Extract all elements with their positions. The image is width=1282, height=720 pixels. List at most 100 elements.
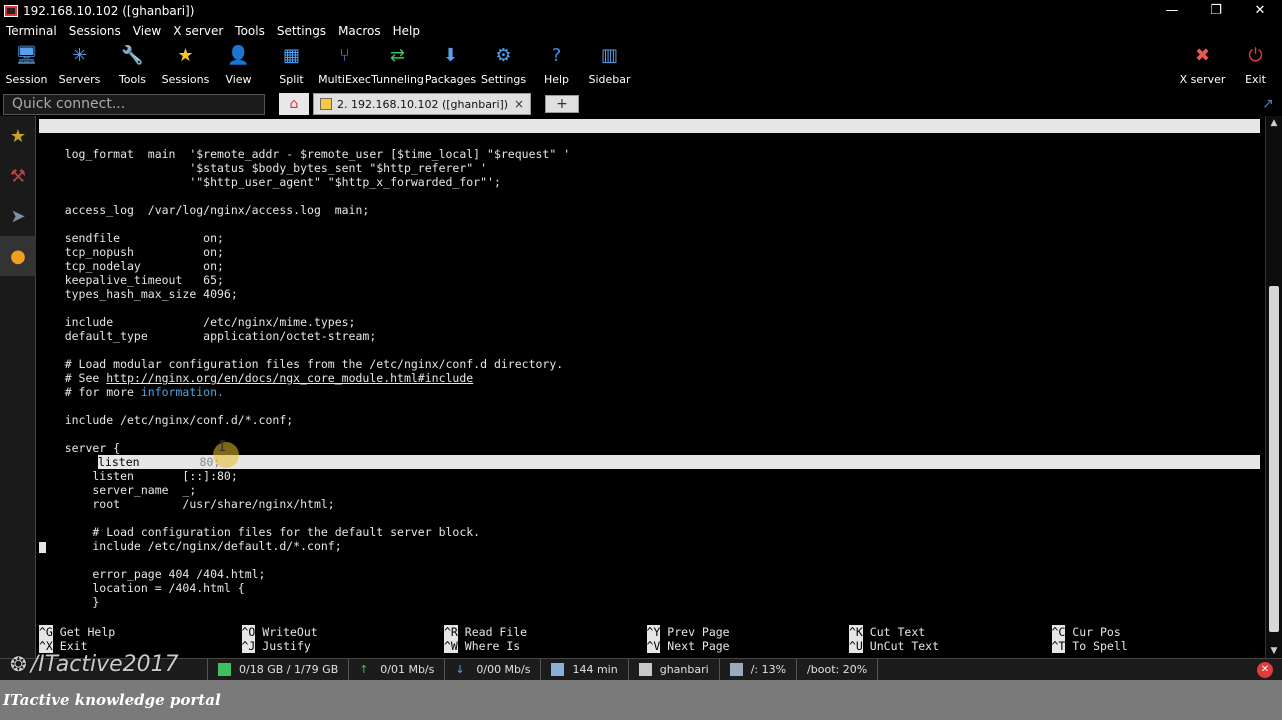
footer-caption: ITactive knowledge portal <box>0 680 1282 720</box>
sidebar-button[interactable]: ▥ Sidebar <box>583 40 636 91</box>
shortcut-key: ^V <box>646 639 661 653</box>
status-bar: 0/18 GB / 1/79 GB ↑ 0/01 Mb/s ↓ 0/00 Mb/s … <box>0 658 1282 681</box>
menu-help[interactable]: Help <box>393 24 420 38</box>
shortcut-key: ^X <box>39 639 53 653</box>
sidebar-send-button[interactable]: ➤ <box>0 196 36 236</box>
scroll-down-icon[interactable]: ▼ <box>1269 646 1279 656</box>
packages-button[interactable]: ⬇ Packages <box>424 40 477 91</box>
code-line: error_page 404 /404.html; <box>37 567 266 581</box>
status-root-disk: /: 13% <box>720 658 798 681</box>
session-tab[interactable]: 2. 192.168.10.102 ([ghanbari]) × <box>313 93 531 115</box>
sidebar-star-button[interactable]: ★ <box>0 116 36 156</box>
sidebar-tools-button[interactable]: ⚒ <box>0 156 36 196</box>
tab-bar: Quick connect... ⌂ 2. 192.168.10.102 ([g… <box>0 92 1282 116</box>
watermark: ❂/ITactive2017 <box>10 652 179 677</box>
film-reel-icon: ❂ <box>10 652 27 676</box>
menu-x-server[interactable]: X server <box>173 24 223 38</box>
tools-icon: ⚒ <box>9 165 27 187</box>
sidebar-macro-button[interactable]: ● <box>0 236 36 276</box>
status-upload: ↑ 0/01 Mb/s <box>349 658 446 681</box>
menu-settings[interactable]: Settings <box>277 24 326 38</box>
shortcut-key: ^W <box>444 639 458 653</box>
docs-link[interactable]: http://nginx.org/en/docs/ngx_core_module… <box>106 371 473 385</box>
new-tab-button[interactable]: + <box>545 95 579 113</box>
menu-tools[interactable]: Tools <box>235 24 265 38</box>
help-button[interactable]: ? Help <box>530 40 583 91</box>
code-line: root /usr/share/nginx/html; <box>37 497 335 511</box>
shortcut-label: Where Is <box>464 639 521 653</box>
shortcut-get-help[interactable]: ^G Get Help <box>39 625 115 639</box>
shortcut-prev-page[interactable]: ^Y Prev Page <box>646 625 730 639</box>
home-tab[interactable]: ⌂ <box>279 93 309 115</box>
settings-button[interactable]: ⚙ Settings <box>477 40 530 91</box>
shortcut-justify[interactable]: ^J Justify <box>241 639 311 653</box>
nano-version: GNU nano 2.3.1 <box>53 133 150 147</box>
shortcut-exit[interactable]: ^X Exit <box>39 639 88 653</box>
status-uptime: 144 min <box>541 658 629 681</box>
disk-icon <box>729 663 743 676</box>
footer-text: ITactive knowledge portal <box>3 691 221 709</box>
minimize-button[interactable]: — <box>1150 0 1194 21</box>
shortcut-where-is[interactable]: ^W Where Is <box>444 639 520 653</box>
menu-view[interactable]: View <box>133 24 161 38</box>
split-button[interactable]: ▦ Split <box>265 40 318 91</box>
close-tab-icon[interactable]: × <box>514 97 524 111</box>
shortcut-to-spell[interactable]: ^T To Spell <box>1051 639 1128 653</box>
toolbar-label: Help <box>543 73 570 86</box>
shortcut-read-file[interactable]: ^R Read File <box>444 625 527 639</box>
terminal-scrollbar[interactable]: ▲ ▼ <box>1265 116 1282 658</box>
shortcut-key: ^O <box>241 625 256 639</box>
scroll-up-icon[interactable]: ▲ <box>1269 118 1279 128</box>
code-line: '$status $body_bytes_sent "$http_referer… <box>37 161 488 175</box>
terminal-area[interactable]: GNU nano 2.3.1 File: /etc/nginx/nginx.co… <box>37 116 1265 658</box>
sessions-button[interactable]: ★ Sessions <box>159 40 212 91</box>
quick-connect-input[interactable]: Quick connect... <box>3 93 265 115</box>
code-line: log_format main '$remote_addr - $remote_… <box>37 147 571 161</box>
terminal-tab-icon <box>320 98 332 110</box>
shortcut-label: Cut Text <box>869 625 926 639</box>
shortcut-uncut-text[interactable]: ^U UnCut Text <box>849 639 939 653</box>
multiexec-icon: ⑂ <box>339 45 350 66</box>
scrollbar-thumb[interactable] <box>1269 286 1279 632</box>
menu-sessions[interactable]: Sessions <box>69 24 121 38</box>
view-button[interactable]: 👤 View <box>212 40 265 91</box>
see-line: # See http://nginx.org/en/docs/ngx_core_… <box>37 371 474 385</box>
shortcut-next-page[interactable]: ^V Next Page <box>646 639 730 653</box>
menu-macros[interactable]: Macros <box>338 24 381 38</box>
x-server-button[interactable]: ✖ X server <box>1176 40 1229 91</box>
shortcut-writeout[interactable]: ^O WriteOut <box>241 625 318 639</box>
shortcut-label: Get Help <box>59 625 116 639</box>
toolbar-label: Packages <box>424 73 477 86</box>
shortcut-key: ^J <box>241 639 256 653</box>
attachment-icon[interactable]: ↗ <box>1262 96 1276 112</box>
maximize-button[interactable]: ❐ <box>1194 0 1238 21</box>
tunneling-button[interactable]: ⇄ Tunneling <box>371 40 424 91</box>
tools-button[interactable]: 🔧 Tools <box>106 40 159 91</box>
exit-button[interactable]: ⏻ Exit <box>1229 40 1282 91</box>
listen-directive: listen <box>98 455 140 469</box>
toolbar-label: X server <box>1179 73 1226 86</box>
app-icon <box>4 4 18 17</box>
toolbar-label: Servers <box>58 73 101 86</box>
gear-icon: ⚙ <box>495 45 512 66</box>
close-window-button[interactable]: ✕ <box>1238 0 1282 21</box>
shortcut-cur-pos[interactable]: ^C Cur Pos <box>1051 625 1121 639</box>
shortcut-label: Next Page <box>667 639 730 653</box>
code-line: types_hash_max_size 4096; <box>37 287 238 301</box>
session-button[interactable]: 🖥 Session <box>0 40 53 91</box>
servers-button[interactable]: ✳ Servers <box>53 40 106 91</box>
user-icon <box>638 663 652 676</box>
help-icon: ? <box>551 45 562 66</box>
shortcut-key: ^G <box>39 625 53 639</box>
main-toolbar: 🖥 Session ✳ Servers 🔧 Tools ★ Sessions 👤 View ▦ Spl… <box>0 40 1282 91</box>
upload-icon: ↑ <box>359 663 369 676</box>
toolbar-label: MultiExec <box>318 73 371 86</box>
shortcut-cut-text[interactable]: ^K Cut Text <box>849 625 925 639</box>
code-line: default_type application/octet-stream; <box>37 329 377 343</box>
left-sidebar: ★ ⚒ ➤ ● <box>0 116 36 658</box>
close-session-icon[interactable]: ✕ <box>1257 661 1273 678</box>
code-line: tcp_nopush on; <box>37 245 224 259</box>
send-icon: ➤ <box>10 205 26 227</box>
multiexec-button[interactable]: ⑂ MultiExec <box>318 40 371 91</box>
menu-terminal[interactable]: Terminal <box>6 24 57 38</box>
